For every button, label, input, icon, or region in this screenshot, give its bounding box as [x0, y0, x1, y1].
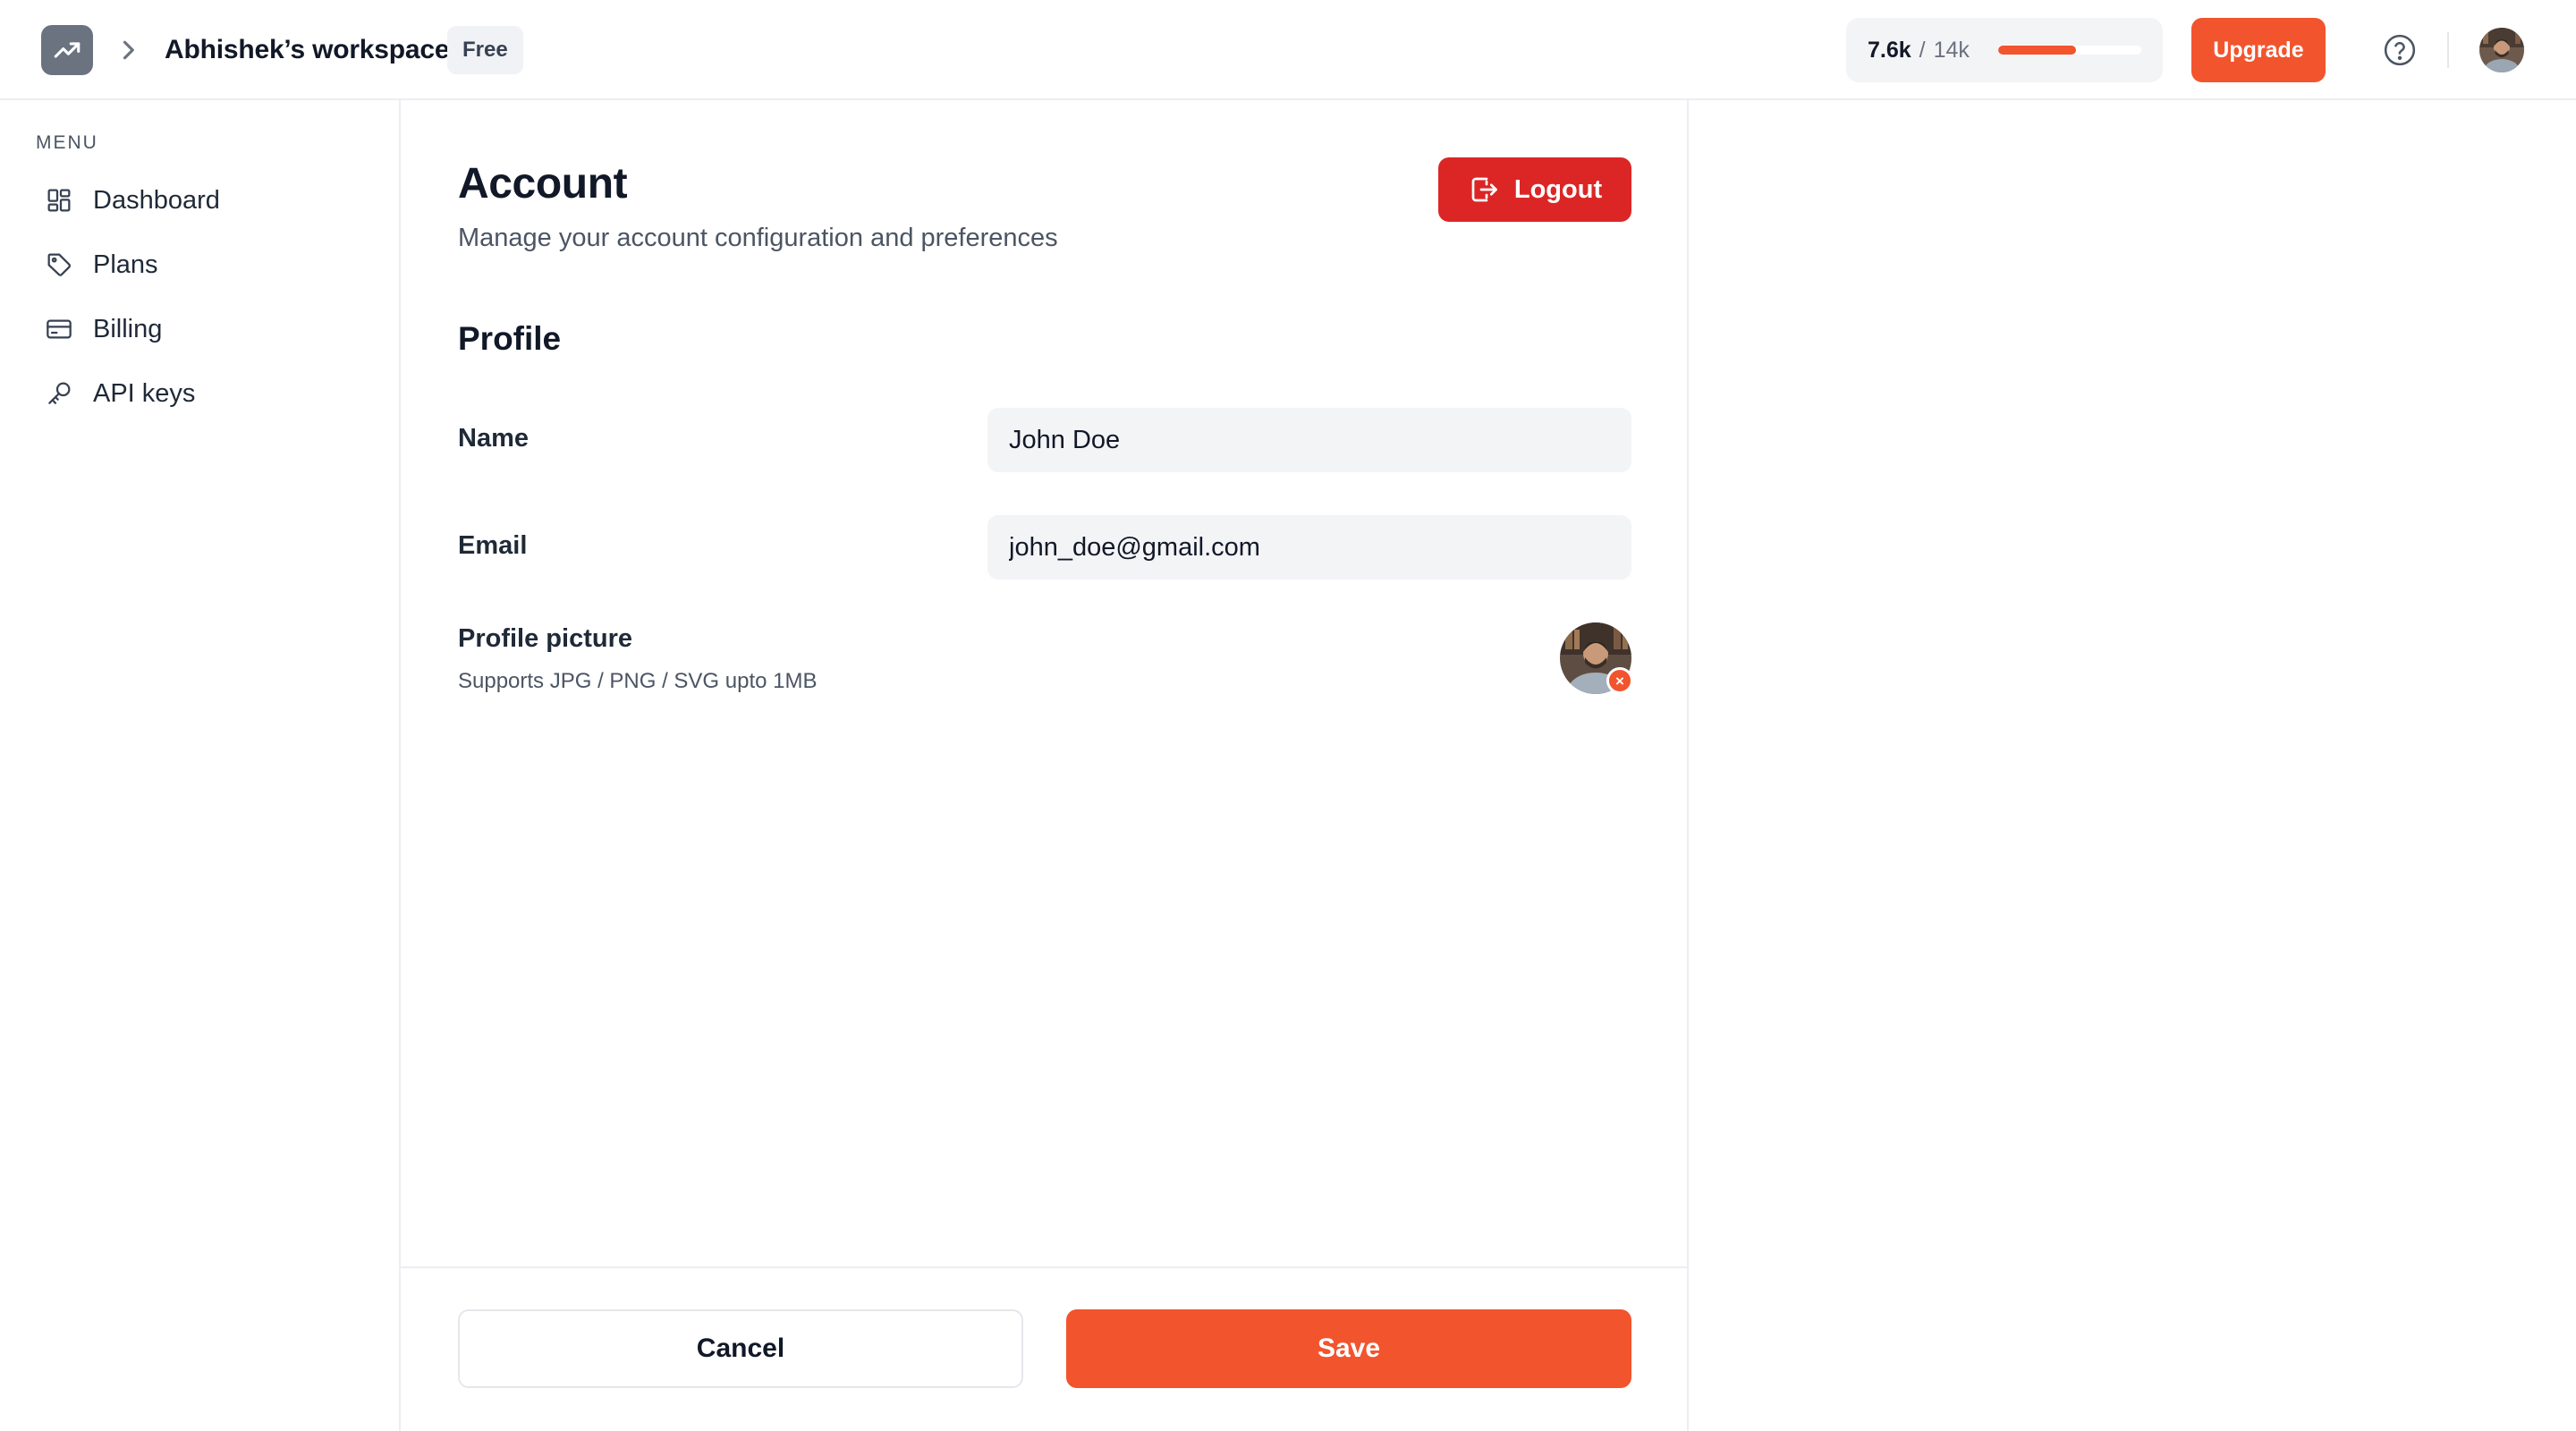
- logout-button[interactable]: Logout: [1438, 157, 1631, 222]
- avatar-photo: [2479, 28, 2524, 72]
- sidebar-item-plans[interactable]: Plans: [36, 233, 376, 297]
- trending-up-icon: [54, 42, 80, 58]
- menu-title: MENU: [36, 132, 98, 153]
- cancel-button[interactable]: Cancel: [458, 1309, 1023, 1388]
- page-subtitle: Manage your account configuration and pr…: [458, 224, 1058, 252]
- help-circle-icon[interactable]: [2383, 33, 2417, 67]
- user-avatar[interactable]: [2479, 28, 2524, 72]
- sidebar-item-dashboard[interactable]: Dashboard: [36, 168, 376, 233]
- account-panel: Account Manage your account configuratio…: [401, 100, 1689, 1431]
- credit-card-icon: [47, 319, 72, 339]
- usage-progress-fill: [1998, 46, 2076, 55]
- top-bar: Abhishek’s workspace Free 7.6k / 14k Upg…: [0, 0, 2576, 100]
- email-field[interactable]: [987, 515, 1631, 580]
- profile-section-title: Profile: [458, 320, 562, 357]
- chevron-right-icon: [123, 40, 134, 60]
- sidebar-item-label: Billing: [93, 314, 163, 343]
- upgrade-button[interactable]: Upgrade: [2191, 18, 2326, 82]
- logout-label: Logout: [1513, 174, 1603, 204]
- usage-progress-bar: [1998, 46, 2141, 55]
- tag-icon: [47, 253, 72, 276]
- remove-picture-button[interactable]: ×: [1606, 667, 1633, 694]
- name-label: Name: [458, 424, 529, 453]
- sidebar-item-api-keys[interactable]: API keys: [36, 361, 376, 426]
- save-button[interactable]: Save: [1066, 1309, 1631, 1388]
- workspace-switcher[interactable]: Abhishek’s workspace: [165, 32, 450, 68]
- usage-used: 7.6k: [1868, 37, 1911, 63]
- app-logo[interactable]: [41, 25, 93, 75]
- sidebar-item-label: API keys: [93, 378, 196, 408]
- email-label: Email: [458, 531, 528, 560]
- usage-total: 14k: [1933, 37, 1970, 63]
- sidebar-item-billing[interactable]: Billing: [36, 297, 376, 361]
- profile-picture-label: Profile picture: [458, 624, 632, 653]
- sidebar-nav: Dashboard Plans Billing API keys: [36, 168, 376, 426]
- name-field[interactable]: [987, 408, 1631, 472]
- header-divider: [2447, 32, 2449, 68]
- page-title: Account: [458, 160, 628, 207]
- usage-meter: 7.6k / 14k: [1846, 18, 2163, 82]
- footer-divider: [401, 1266, 1689, 1268]
- profile-picture-help: Supports JPG / PNG / SVG upto 1MB: [458, 669, 818, 693]
- key-icon: [48, 382, 71, 404]
- plan-badge: Free: [447, 26, 523, 74]
- profile-picture-uploader[interactable]: ×: [1560, 622, 1633, 694]
- sidebar-item-label: Plans: [93, 250, 158, 279]
- close-icon: ×: [1615, 672, 1624, 690]
- sidebar: MENU Dashboard Plans Billing API keys: [0, 100, 401, 1431]
- logout-icon: [1471, 177, 1497, 202]
- app-window: Abhishek’s workspace Free 7.6k / 14k Upg…: [0, 0, 2576, 1431]
- sidebar-item-label: Dashboard: [93, 185, 220, 215]
- dashboard-grid-icon: [47, 189, 71, 212]
- usage-separator: /: [1919, 37, 1926, 63]
